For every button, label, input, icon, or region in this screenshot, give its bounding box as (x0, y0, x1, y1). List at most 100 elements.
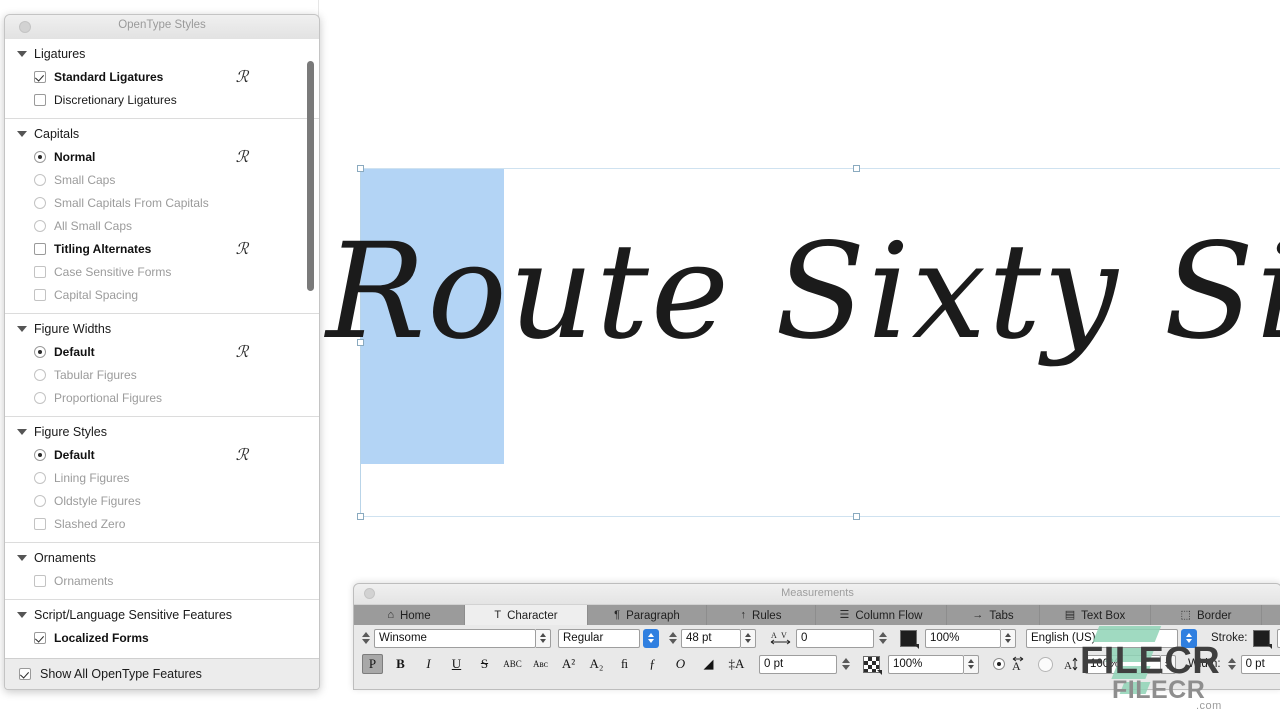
feature-radio[interactable] (34, 174, 46, 186)
font-family-stepper[interactable] (360, 629, 371, 647)
shade-opacity-field[interactable]: 100% (888, 655, 964, 674)
opentype-feature-row[interactable]: Normalℛ (5, 145, 319, 168)
opentype-feature-row[interactable]: Small Capitals From Capitals (5, 191, 319, 214)
feature-radio[interactable] (34, 346, 46, 358)
section-header[interactable]: Ornaments (5, 549, 319, 569)
feature-checkbox[interactable] (34, 632, 46, 644)
text-color-swatch[interactable] (900, 630, 917, 647)
language-arrows[interactable] (1181, 629, 1197, 648)
tab-character[interactable]: TCharacter (465, 605, 588, 626)
feature-checkbox[interactable] (34, 575, 46, 587)
opentype-feature-row[interactable]: All Small Caps (5, 214, 319, 237)
feature-checkbox[interactable] (34, 289, 46, 301)
resize-handle-bottom-left[interactable] (357, 513, 364, 520)
vertical-scale-radio[interactable] (1038, 657, 1053, 672)
tab-border[interactable]: ⬚Border (1151, 605, 1262, 626)
resize-handle-bottom-center[interactable] (853, 513, 860, 520)
tracking-field[interactable]: 0 (796, 629, 874, 648)
opentype-feature-row[interactable]: Proportional Figures (5, 386, 319, 409)
font-family-field[interactable]: Winsome (374, 629, 536, 648)
tab-tabs[interactable]: →Tabs (947, 605, 1040, 626)
text-opacity-combo[interactable]: 100% (925, 629, 1016, 648)
feature-radio[interactable] (34, 151, 46, 163)
opentype-feature-row[interactable]: Discretionary Ligatures (5, 88, 319, 111)
opentype-feature-row[interactable]: Defaultℛ (5, 443, 319, 466)
opentype-sections-scroll-area[interactable]: LigaturesStandard LigaturesℛDiscretionar… (5, 39, 319, 659)
opentype-panel-titlebar[interactable]: OpenType Styles (5, 15, 319, 40)
tab-rules[interactable]: ↑Rules (707, 605, 816, 626)
resize-handle-top-center[interactable] (853, 165, 860, 172)
outline-style-button[interactable]: O (670, 654, 691, 674)
opentype-styles-panel[interactable]: OpenType Styles LigaturesStandard Ligatu… (4, 14, 320, 690)
ligature-style-button[interactable]: ﬁ (614, 654, 635, 674)
opentype-feature-row[interactable]: Ornaments (5, 569, 319, 592)
show-all-opentype-features-row[interactable]: Show All OpenType Features (5, 658, 320, 689)
chevron-down-icon[interactable] (17, 555, 27, 561)
superscript-style-button[interactable]: A² (558, 654, 579, 674)
opentype-feature-row[interactable]: Tabular Figures (5, 363, 319, 386)
shadow-style-button[interactable]: ◢ (698, 654, 719, 674)
show-all-opentype-features-checkbox[interactable] (19, 668, 31, 680)
opentype-feature-row[interactable]: Standard Ligaturesℛ (5, 65, 319, 88)
chevron-down-icon[interactable] (17, 326, 27, 332)
font-size-combo[interactable]: 48 pt (681, 629, 756, 648)
underline-style-button[interactable]: U (446, 654, 467, 674)
tracking-stepper[interactable] (877, 629, 888, 647)
feature-radio[interactable] (34, 197, 46, 209)
subscript-style-button[interactable]: A₂ (586, 654, 607, 674)
italic-style-button[interactable]: I (418, 654, 439, 674)
stroke-color-swatch[interactable] (1253, 630, 1270, 647)
plain-style-button[interactable]: P (362, 654, 383, 674)
tab-paragraph[interactable]: ¶Paragraph (588, 605, 707, 626)
scale-value-field[interactable]: 100% (1085, 655, 1161, 674)
shade-opacity-arrows[interactable] (964, 655, 979, 674)
baseline-shift-icon[interactable]: ‡A (726, 654, 747, 674)
feature-checkbox[interactable] (34, 266, 46, 278)
bold-style-button[interactable]: B (390, 654, 411, 674)
resize-handle-middle-left[interactable] (357, 339, 364, 346)
baseline-shift-stepper[interactable] (840, 655, 851, 673)
feature-checkbox[interactable] (34, 518, 46, 530)
font-size-field[interactable]: 48 pt (681, 629, 741, 648)
language-field[interactable]: English (US) (1026, 629, 1178, 648)
scale-value-combo[interactable]: 100% (1085, 655, 1176, 674)
measurements-titlebar[interactable]: Measurements (354, 584, 1280, 605)
feature-checkbox[interactable] (34, 94, 46, 106)
opentype-feature-row[interactable]: Lining Figures (5, 466, 319, 489)
opentype-feature-row[interactable]: Case Sensitive Forms (5, 260, 319, 283)
section-header[interactable]: Script/Language Sensitive Features (5, 606, 319, 626)
text-opacity-field[interactable]: 100% (925, 629, 1001, 648)
feature-checkbox[interactable] (34, 71, 46, 83)
resize-handle-top-left[interactable] (357, 165, 364, 172)
all-caps-style-button[interactable]: ABC (502, 654, 523, 674)
chevron-down-icon[interactable] (17, 612, 27, 618)
feature-radio[interactable] (34, 449, 46, 461)
tab-text-box[interactable]: ▤Text Box (1040, 605, 1151, 626)
opentype-feature-row[interactable]: Small Caps (5, 168, 319, 191)
opentype-feature-row[interactable]: Defaultℛ (5, 340, 319, 363)
baseline-shift-field[interactable]: 0 pt (759, 655, 837, 674)
opentype-feature-row[interactable]: Slashed Zero (5, 512, 319, 535)
scale-value-arrows[interactable] (1161, 655, 1176, 674)
opentype-feature-row[interactable]: Localized Forms (5, 626, 319, 649)
measurements-palette[interactable]: Measurements ⌂HomeTCharacter¶Paragraph↑R… (353, 583, 1280, 690)
font-style-arrows[interactable] (643, 629, 659, 648)
section-header[interactable]: Capitals (5, 125, 319, 145)
panel-scrollbar-thumb[interactable] (307, 61, 314, 291)
scale-mode-radio[interactable] (993, 658, 1005, 670)
section-header[interactable]: Figure Styles (5, 423, 319, 443)
opentype-feature-row[interactable]: Titling Alternatesℛ (5, 237, 319, 260)
font-style-combo[interactable]: Regular (558, 629, 640, 648)
measurements-tab-bar[interactable]: ⌂HomeTCharacter¶Paragraph↑Rules☰Column F… (354, 605, 1280, 626)
small-caps-style-button[interactable]: Aʙᴄ (530, 654, 551, 674)
shade-opacity-combo[interactable]: 100% (888, 655, 979, 674)
tab-home[interactable]: ⌂Home (354, 605, 465, 626)
feature-radio[interactable] (34, 392, 46, 404)
feature-radio[interactable] (34, 472, 46, 484)
font-family-arrows[interactable] (536, 629, 551, 648)
feature-checkbox[interactable] (34, 243, 46, 255)
feature-radio[interactable] (34, 220, 46, 232)
text-opacity-arrows[interactable] (1001, 629, 1016, 648)
section-header[interactable]: Ligatures (5, 45, 319, 65)
opentype-feature-row[interactable]: Oldstyle Figures (5, 489, 319, 512)
